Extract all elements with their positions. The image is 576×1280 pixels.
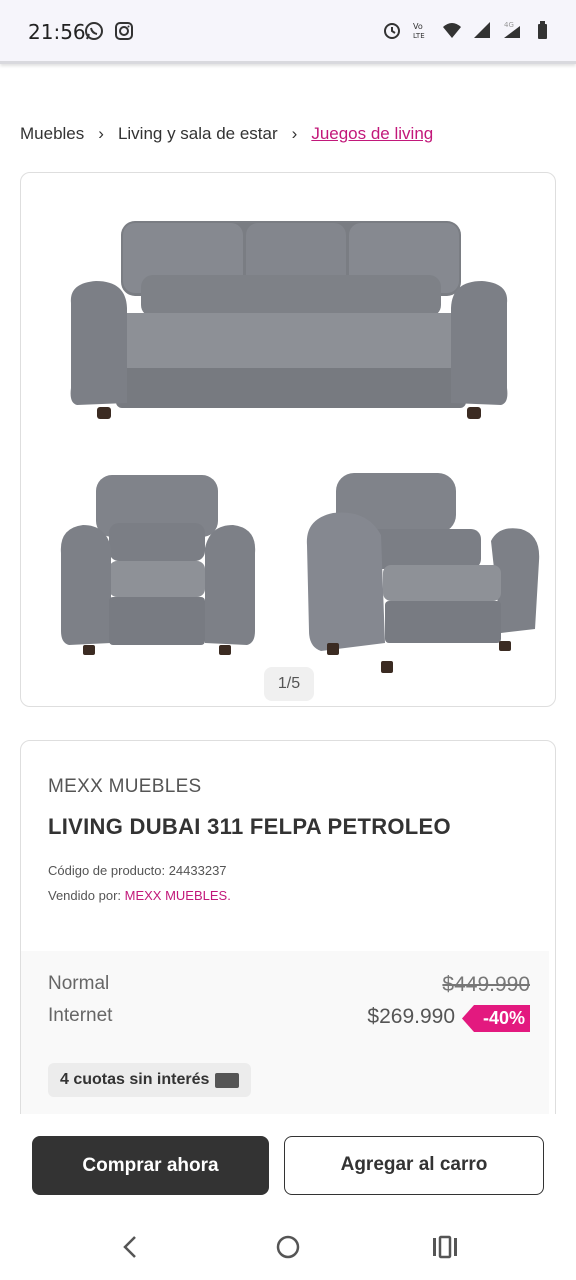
action-bar: Comprar ahora Agregar al carro: [0, 1114, 576, 1212]
status-time: 21:56: [28, 20, 86, 44]
product-brand[interactable]: MEXX MUEBLES: [48, 776, 202, 798]
add-to-cart-button[interactable]: Agregar al carro: [284, 1136, 544, 1195]
installments-text: 4 cuotas sin interés: [60, 1071, 210, 1088]
system-nav-bar: [0, 1212, 576, 1280]
product-code: Código de producto: 24433237: [48, 863, 227, 878]
seller-link[interactable]: MEXX MUEBLES.: [125, 888, 231, 903]
buy-now-button[interactable]: Comprar ahora: [32, 1136, 269, 1195]
home-icon[interactable]: [273, 1232, 303, 1262]
svg-text:Vo: Vo: [413, 22, 423, 31]
internet-price-value: $269.990: [367, 1005, 455, 1028]
chevron-right-icon: ›: [291, 124, 298, 143]
recents-icon[interactable]: [430, 1232, 460, 1262]
status-left-icons: [84, 21, 134, 41]
credit-card-icon: [215, 1072, 240, 1088]
discount-badge: -40%: [462, 1005, 530, 1032]
product-image-gallery[interactable]: [20, 172, 556, 707]
breadcrumb-item-current[interactable]: Juegos de living: [311, 124, 433, 144]
signal-4g-icon: 4G: [504, 21, 520, 38]
sofa-illustration: [70, 221, 508, 419]
price-row-internet: Internet $269.990 -40%: [48, 1005, 530, 1033]
breadcrumb-item-living[interactable]: Living y sala de estar: [118, 124, 278, 144]
svg-text:4G: 4G: [504, 21, 514, 29]
alarm-icon: [384, 23, 400, 39]
chevron-right-icon: ›: [98, 124, 104, 143]
wifi-icon: [443, 23, 461, 38]
battery-icon: [538, 21, 547, 39]
product-image: [60, 221, 540, 673]
status-bar: 21:56 Vo LTE 4G: [0, 0, 576, 64]
whatsapp-icon: [85, 22, 103, 40]
signal-icon: [474, 22, 490, 38]
price-row-normal: Normal $449.990: [48, 973, 530, 1001]
instagram-icon: [115, 22, 133, 40]
breadcrumb: Muebles › Living y sala de estar › Juego…: [20, 124, 433, 144]
product-info-card: MEXX MUEBLES LIVING DUBAI 311 FELPA PETR…: [20, 740, 556, 1140]
seller-label: Vendido por:: [48, 888, 125, 903]
back-icon[interactable]: [115, 1232, 145, 1262]
installments-badge: 4 cuotas sin interés: [48, 1063, 252, 1097]
svg-text:LTE: LTE: [413, 32, 425, 40]
seller-info: Vendido por: MEXX MUEBLES.: [48, 888, 231, 903]
breadcrumb-item-muebles[interactable]: Muebles: [20, 124, 84, 144]
product-title: LIVING DUBAI 311 FELPA PETROLEO: [48, 814, 451, 839]
image-counter: 1/5: [264, 667, 314, 701]
status-right-icons: Vo LTE 4G: [382, 20, 552, 40]
internet-price-label: Internet: [48, 1005, 113, 1026]
armchair-front-illustration: [60, 475, 256, 655]
volte-icon: Vo LTE: [413, 22, 425, 40]
normal-price-value: $449.990: [442, 973, 530, 996]
armchair-side-illustration: [306, 473, 540, 673]
normal-price-label: Normal: [48, 973, 110, 994]
price-box: Normal $449.990 Internet $269.990 -40% 4…: [21, 951, 549, 1139]
